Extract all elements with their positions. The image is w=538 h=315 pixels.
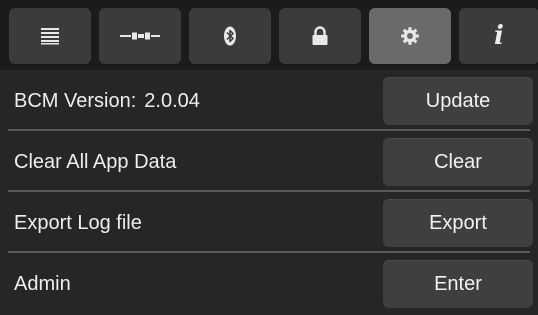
export-button[interactable]: Export <box>383 199 533 247</box>
tab-settings[interactable] <box>369 8 451 64</box>
bluetooth-icon <box>223 26 237 46</box>
tab-bluetooth[interactable] <box>189 8 271 64</box>
tab-connection[interactable] <box>99 8 181 64</box>
bcm-version-value: 2.0.04 <box>144 89 200 112</box>
gear-icon <box>400 26 420 46</box>
clear-data-label: Clear All App Data <box>14 150 177 173</box>
list-icon <box>40 27 60 45</box>
info-icon: i <box>494 21 504 51</box>
tab-security[interactable] <box>279 8 361 64</box>
bcm-version-label: BCM Version: <box>14 89 137 112</box>
settings-tab-bar: i <box>0 0 538 70</box>
enter-button[interactable]: Enter <box>383 260 533 308</box>
clear-data-row: Clear All App Data Clear <box>0 131 538 193</box>
export-log-label: Export Log file <box>14 211 142 234</box>
connector-icon <box>120 31 160 41</box>
tab-list[interactable] <box>9 8 91 64</box>
clear-button[interactable]: Clear <box>383 138 533 186</box>
lock-icon <box>311 26 329 46</box>
update-button[interactable]: Update <box>383 77 533 125</box>
export-log-row: Export Log file Export <box>0 192 538 254</box>
tab-info[interactable]: i <box>459 8 538 64</box>
bcm-version-row: BCM Version: 2.0.04 Update <box>0 70 538 132</box>
